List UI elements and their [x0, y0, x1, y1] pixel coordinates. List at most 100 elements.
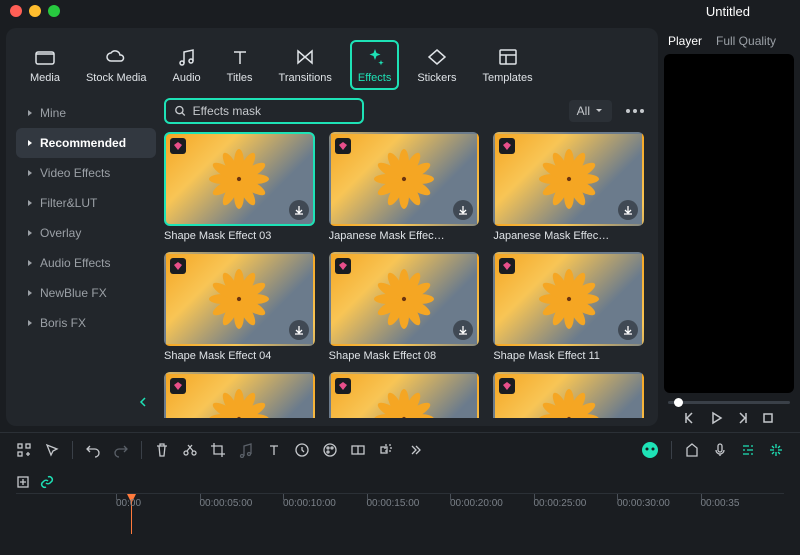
delete-icon[interactable] [154, 442, 170, 458]
download-button[interactable] [453, 320, 473, 340]
more-options-button[interactable] [622, 105, 648, 117]
tab-templates[interactable]: Templates [474, 40, 540, 90]
window-controls [10, 5, 60, 17]
preview-scrubber[interactable] [668, 401, 790, 404]
sidebar-item-mine[interactable]: Mine [16, 98, 156, 128]
audio-edit-icon[interactable] [238, 442, 254, 458]
effect-name: Shape Mask Effect 08 [329, 350, 480, 362]
play-button[interactable] [708, 410, 724, 426]
sidebar-item-boris-fx[interactable]: Boris FX [16, 308, 156, 338]
effect-card[interactable]: Shape Mask Effect 02 [329, 372, 480, 418]
project-title: Untitled [706, 4, 750, 19]
crop-icon[interactable] [210, 442, 226, 458]
text-edit-icon[interactable] [266, 442, 282, 458]
ruler-mark: 00:00 [116, 498, 200, 509]
tab-player[interactable]: Player [668, 34, 702, 48]
effect-thumbnail [164, 132, 315, 226]
premium-badge-icon [335, 258, 351, 274]
effect-card[interactable]: Shape Mask Effect 11 [493, 252, 644, 362]
ruler-mark: 00:00:15:00 [367, 498, 451, 509]
tab-transitions[interactable]: Transitions [271, 40, 340, 90]
effect-name: Shape Mask Effect 03 [164, 230, 315, 242]
timeline: 00:0000:00:05:0000:00:10:0000:00:15:0000… [0, 467, 800, 523]
ruler-mark: 00:00:20:00 [450, 498, 534, 509]
minimize-window-button[interactable] [29, 5, 41, 17]
premium-badge-icon [170, 258, 186, 274]
download-button[interactable] [618, 320, 638, 340]
premium-badge-icon [499, 138, 515, 154]
apps-icon[interactable] [16, 442, 32, 458]
ruler-mark: 00:00:30:00 [617, 498, 701, 509]
motion-icon[interactable] [378, 442, 394, 458]
marker-icon[interactable] [684, 442, 700, 458]
voiceover-icon[interactable] [712, 442, 728, 458]
premium-badge-icon [499, 378, 515, 394]
next-frame-button[interactable] [734, 410, 750, 426]
cloud-icon [105, 46, 127, 68]
download-button[interactable] [289, 200, 309, 220]
search-input[interactable] [193, 104, 354, 118]
timeline-ruler[interactable]: 00:0000:00:05:0000:00:10:0000:00:15:0000… [16, 493, 784, 515]
tab-titles[interactable]: Titles [219, 40, 261, 90]
effect-card[interactable]: Shape Mask Effect 03 [164, 132, 315, 242]
collapse-sidebar-button[interactable] [130, 389, 156, 418]
tab-full-quality[interactable]: Full Quality [716, 34, 776, 48]
mixer-icon[interactable] [740, 442, 756, 458]
maximize-window-button[interactable] [48, 5, 60, 17]
ruler-mark: 00:00:35 [701, 498, 785, 509]
transition-icon [294, 46, 316, 68]
effect-thumbnail [493, 132, 644, 226]
effect-card[interactable]: Shape Mask Effect 07 [493, 372, 644, 418]
render-icon[interactable] [768, 442, 784, 458]
effects-search-box[interactable] [164, 98, 364, 124]
effect-name: Shape Mask Effect 11 [493, 350, 644, 362]
prev-frame-button[interactable] [682, 410, 698, 426]
tab-stock-media[interactable]: Stock Media [78, 40, 155, 90]
download-button[interactable] [618, 200, 638, 220]
effect-card[interactable]: Japanese Mask Effec… [329, 132, 480, 242]
add-track-icon[interactable] [16, 475, 30, 489]
effect-card[interactable]: Shape Mask Effect 04 [164, 252, 315, 362]
folder-icon [34, 46, 56, 68]
sidebar-item-newblue-fx[interactable]: NewBlue FX [16, 278, 156, 308]
titlebar: Untitled [0, 0, 800, 22]
chevron-down-icon [594, 106, 604, 116]
effect-card[interactable]: Japanese Mask Effec… [493, 132, 644, 242]
stop-button[interactable] [760, 410, 776, 426]
tab-stickers[interactable]: Stickers [409, 40, 464, 90]
ruler-mark: 00:00:25:00 [534, 498, 618, 509]
color-icon[interactable] [322, 442, 338, 458]
effect-name: Japanese Mask Effec… [493, 230, 644, 242]
undo-icon[interactable] [85, 442, 101, 458]
tab-effects[interactable]: Effects [350, 40, 399, 90]
effect-thumbnail [329, 252, 480, 346]
sidebar-item-video-effects[interactable]: Video Effects [16, 158, 156, 188]
effects-grid: Shape Mask Effect 03 Japanese Mask Effec…… [164, 132, 648, 418]
download-button[interactable] [453, 200, 473, 220]
sidebar-item-recommended[interactable]: Recommended [16, 128, 156, 158]
text-icon [229, 46, 251, 68]
keyframe-icon[interactable] [350, 442, 366, 458]
timeline-toolbar [0, 432, 800, 467]
effect-card[interactable]: Shape Mask Effect 08 [329, 252, 480, 362]
speed-icon[interactable] [294, 442, 310, 458]
tab-media[interactable]: Media [22, 40, 68, 90]
expand-icon[interactable] [406, 442, 422, 458]
download-button[interactable] [289, 320, 309, 340]
premium-badge-icon [335, 138, 351, 154]
sidebar-item-overlay[interactable]: Overlay [16, 218, 156, 248]
tab-audio[interactable]: Audio [165, 40, 209, 90]
effect-card[interactable]: Shape Mask Effect 10 [164, 372, 315, 418]
layout-icon [497, 46, 519, 68]
link-icon[interactable] [40, 475, 54, 489]
sidebar-item-audio-effects[interactable]: Audio Effects [16, 248, 156, 278]
split-icon[interactable] [182, 442, 198, 458]
effect-thumbnail [164, 372, 315, 418]
premium-badge-icon [499, 258, 515, 274]
ai-assistant-icon[interactable] [641, 441, 659, 459]
redo-icon[interactable] [113, 442, 129, 458]
select-icon[interactable] [44, 442, 60, 458]
filter-dropdown[interactable]: All [569, 100, 612, 122]
sidebar-item-filter-lut[interactable]: Filter&LUT [16, 188, 156, 218]
close-window-button[interactable] [10, 5, 22, 17]
